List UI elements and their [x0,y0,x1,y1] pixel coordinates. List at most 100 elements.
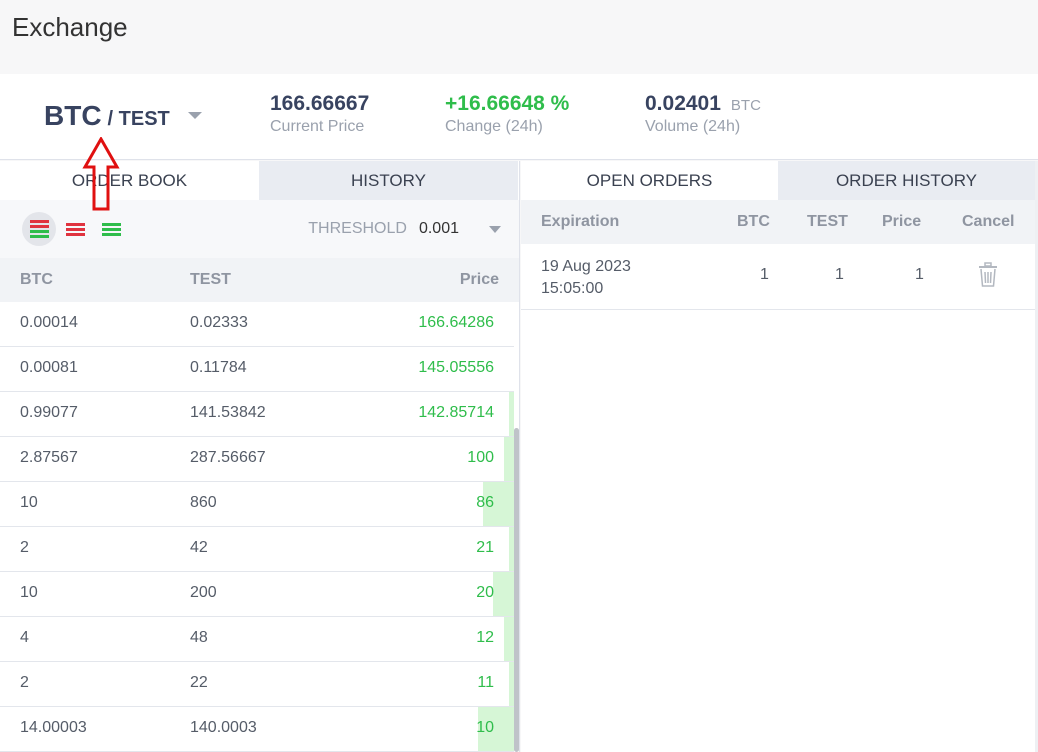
scrollbar[interactable] [514,428,519,752]
row-btc: 0.99077 [20,404,78,421]
row-test: 287.56667 [190,449,266,466]
depth-bar [503,437,514,481]
col-price: Price [459,271,499,288]
row-price: 145.05556 [418,359,494,376]
tab-history[interactable]: HISTORY [259,161,518,200]
chevron-down-icon[interactable] [188,112,202,119]
row-test: 860 [190,494,217,511]
table-row[interactable]: 0.00014 0.02333 166.64286 [0,302,514,347]
threshold-selector[interactable]: THRESHOLD 0.001 [308,220,459,238]
red-bar-icon [29,220,49,223]
tab-order-history[interactable]: ORDER HISTORY [778,161,1035,200]
row-price: 10 [476,719,494,736]
row-price: 20 [476,584,494,601]
table-row[interactable]: 2 22 11 [0,662,514,707]
order-date: 19 Aug 2023 [541,258,631,275]
row-btc: 14.00003 [20,719,87,736]
col-test: TEST [807,213,848,230]
volume-value: 0.02401 [645,92,721,115]
view-both-button[interactable] [22,212,56,246]
row-test: 200 [190,584,217,601]
order-test: 1 [835,266,844,283]
threshold-label: THRESHOLD [308,220,407,237]
change-stat: +16.66648 % Change (24h) [445,92,569,136]
threshold-value: 0.001 [418,220,459,237]
green-bar-icon [101,232,121,236]
table-row[interactable]: 4 48 12 [0,617,514,662]
volume-value-row: 0.02401 BTC [645,92,761,116]
row-price: 142.85714 [418,404,494,421]
red-bar-icon [29,225,49,228]
current-price-stat: 166.66667 Current Price [270,92,369,136]
order-price: 1 [915,266,924,283]
table-row[interactable]: 14.00003 140.0003 10 [0,707,514,752]
ticker-bar: BTC / TEST 166.66667 Current Price +16.6… [0,74,1038,160]
right-tabs: OPEN ORDERS ORDER HISTORY [521,161,1035,200]
red-bar-icon [65,232,85,236]
row-btc: 0.00081 [20,359,78,376]
pair-selector[interactable]: BTC / TEST [44,100,202,132]
row-btc: 4 [20,629,29,646]
row-test: 22 [190,674,208,691]
red-bar-icon [65,227,85,231]
row-test: 141.53842 [190,404,266,421]
order-time: 15:05:00 [541,280,604,297]
table-row: 19 Aug 2023 15:05:00 1 1 1 [521,244,1035,310]
volume-label: Volume (24h) [645,118,741,135]
page-title: Exchange [12,12,128,42]
depth-bar [503,617,514,661]
pair-quote: / TEST [107,108,170,130]
change-value: +16.66648 % [445,92,570,115]
depth-bar [493,572,514,616]
order-book-rows: 0.00014 0.02333 166.64286 0.00081 0.11784 145… [0,302,519,752]
table-row[interactable]: 2 42 21 [0,527,514,572]
order-book-toolbar: THRESHOLD 0.001 [0,200,519,258]
chevron-down-icon[interactable] [489,226,501,233]
row-btc: 2 [20,539,29,556]
table-row[interactable]: 0.00081 0.11784 145.05556 [0,347,514,392]
col-expiration: Expiration [541,213,620,230]
green-bar-icon [101,222,121,226]
col-btc: BTC [20,271,53,288]
order-book-panel: ORDER BOOK HISTORY THRESHOLD 0.001 BTC TE… [0,161,520,752]
order-btc: 1 [760,266,769,283]
table-row[interactable]: 10 200 20 [0,572,514,617]
change-label: Change (24h) [445,118,543,135]
volume-unit: BTC [730,97,761,114]
tab-open-orders[interactable]: OPEN ORDERS [521,161,778,200]
current-price-value: 166.66667 [270,92,370,115]
row-btc: 2 [20,674,29,691]
row-price: 86 [476,494,494,511]
col-test: TEST [190,271,231,288]
volume-stat: 0.02401 BTC Volume (24h) [645,92,761,136]
trash-icon[interactable] [977,262,999,288]
pair-base: BTC [44,100,102,131]
order-expiration: 19 Aug 2023 15:05:00 [541,256,631,300]
left-tabs: ORDER BOOK HISTORY [0,161,519,200]
table-row[interactable]: 2.87567 287.56667 100 [0,437,514,482]
row-btc: 10 [20,584,38,601]
green-bar-icon [29,235,49,238]
row-price: 12 [476,629,494,646]
tab-order-book[interactable]: ORDER BOOK [0,161,259,200]
open-orders-header: Expiration BTC TEST Price Cancel [521,200,1035,244]
table-row[interactable]: 0.99077 141.53842 142.85714 [0,392,514,437]
row-btc: 10 [20,494,38,511]
row-test: 0.02333 [190,314,248,331]
annotation-arrow-icon [82,137,120,211]
table-row[interactable]: 10 860 86 [0,482,514,527]
view-asks-button[interactable] [58,212,92,246]
green-bar-icon [29,230,49,233]
row-test: 0.11784 [190,359,247,376]
view-bids-button[interactable] [94,212,128,246]
col-cancel: Cancel [962,213,1015,230]
row-btc: 0.00014 [20,314,78,331]
green-bar-icon [101,227,121,231]
col-price: Price [882,213,922,230]
current-price-label: Current Price [270,118,365,135]
order-book-header: BTC TEST Price [0,258,519,302]
row-price: 21 [476,539,494,556]
col-btc: BTC [737,213,770,230]
row-price: 100 [467,449,494,466]
row-btc: 2.87567 [20,449,78,466]
